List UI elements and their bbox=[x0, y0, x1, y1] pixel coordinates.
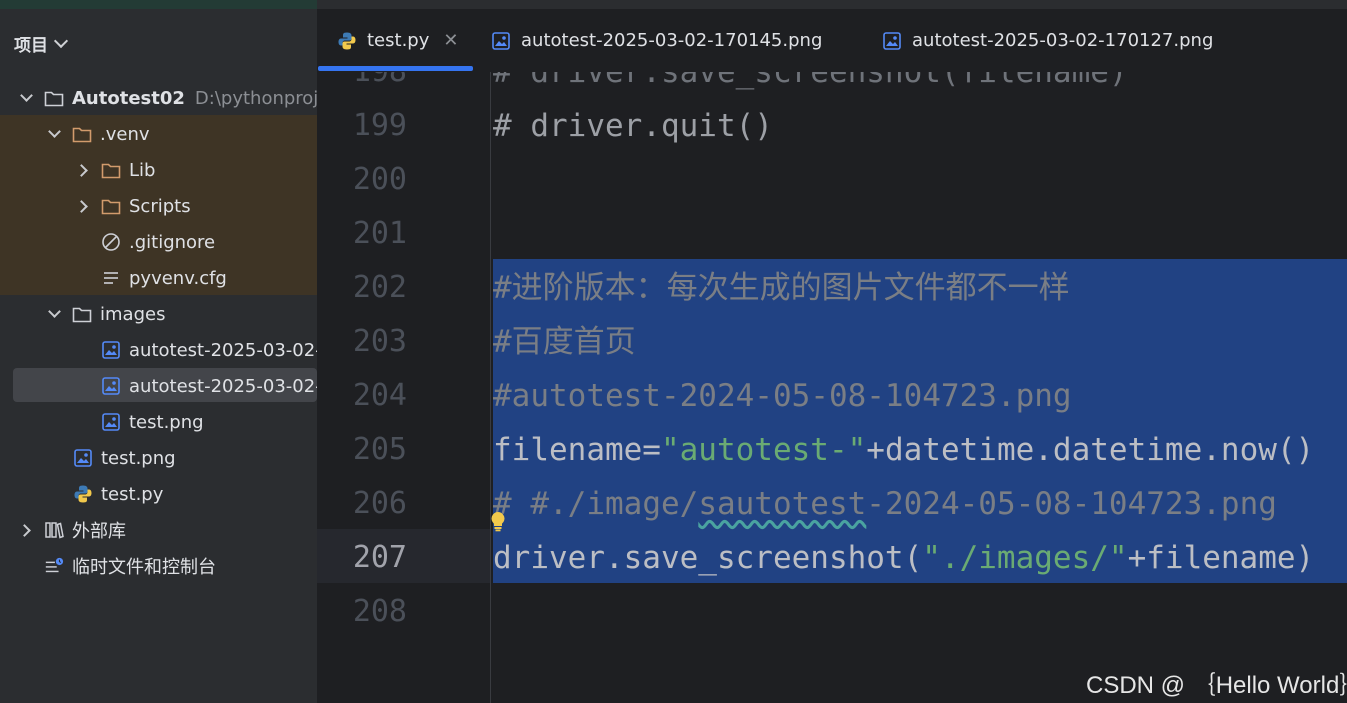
line-number: 198 bbox=[317, 72, 407, 99]
chevron-down-icon[interactable] bbox=[53, 33, 69, 48]
tree-item-image-2[interactable]: autotest-2025-03-02- bbox=[101, 368, 317, 404]
image-file-icon bbox=[491, 31, 511, 51]
code-line[interactable]: #百度首页 bbox=[493, 315, 636, 369]
project-path: D:\pythonproje bbox=[194, 87, 317, 109]
tree-item-venv[interactable]: .venv bbox=[44, 116, 150, 152]
line-number: 208 bbox=[352, 594, 407, 629]
tree-item-label: 外部库 bbox=[72, 521, 126, 542]
tree-item-external-libs[interactable]: 外部库 bbox=[16, 512, 126, 548]
tab-image-170145[interactable]: autotest-2025-03-02-170145.png bbox=[491, 9, 822, 72]
tree-item-label: .venv bbox=[100, 123, 150, 145]
title-bar bbox=[0, 0, 1347, 9]
tree-item-label: autotest-2025-03-02- bbox=[129, 339, 317, 361]
expand-arrow-icon[interactable] bbox=[44, 304, 64, 324]
code-token: +filename) bbox=[1127, 540, 1315, 576]
code-line[interactable]: filename="autotest-"+datetime.datetime.n… bbox=[493, 423, 1314, 477]
tab-test-py[interactable]: test.py ✕ bbox=[337, 9, 458, 72]
code-editor[interactable]: 198 199 200 201 202 203 204 205 206 207 … bbox=[317, 72, 1347, 703]
tree-item-scripts[interactable]: Scripts bbox=[73, 188, 191, 224]
project-panel-title: 项目 bbox=[14, 35, 48, 56]
folder-icon bbox=[72, 124, 92, 144]
scratches-icon bbox=[44, 556, 64, 576]
tab-label: test.py bbox=[367, 30, 430, 51]
project-panel-header[interactable]: 项目 bbox=[14, 31, 69, 56]
code-line[interactable]: # driver.save_screenshot(filename) bbox=[493, 72, 1128, 99]
folder-icon bbox=[101, 160, 121, 180]
code-token: filename= bbox=[493, 432, 661, 468]
image-file-icon bbox=[101, 412, 121, 432]
code-token: +datetime.datetime.now() bbox=[866, 432, 1315, 468]
watermark: CSDN @ ｛Hello World｝ bbox=[1086, 672, 1347, 699]
editor-tab-bar: test.py ✕ autotest-2025-03-02-170145.png… bbox=[317, 9, 1347, 73]
code-token: driver.save_screenshot( bbox=[493, 540, 923, 576]
tree-item-test-png[interactable]: test.png bbox=[73, 440, 176, 476]
code-line[interactable]: # driver.quit() bbox=[493, 99, 773, 153]
typo-highlight: sautotest bbox=[698, 486, 867, 522]
tree-item-label: Lib bbox=[129, 159, 156, 181]
tree-item-scratches[interactable]: 临时文件和控制台 bbox=[44, 548, 216, 584]
tree-item-label: test.png bbox=[101, 447, 176, 469]
tree-item-root[interactable]: Autotest02 D:\pythonproje bbox=[16, 80, 317, 116]
active-tab-indicator bbox=[318, 66, 473, 71]
line-number: 201 bbox=[352, 216, 407, 251]
gutter-separator bbox=[490, 72, 491, 703]
ignore-file-icon bbox=[101, 232, 121, 252]
tree-item-test-py[interactable]: test.py bbox=[73, 476, 163, 512]
image-file-icon bbox=[73, 448, 93, 468]
folder-icon bbox=[44, 88, 64, 108]
code-line[interactable]: # #./image/sautotest-2024-05-08-104723.p… bbox=[490, 477, 1277, 532]
close-icon[interactable]: ✕ bbox=[443, 30, 458, 51]
code-token: #./image/ bbox=[511, 486, 699, 522]
tree-item-label: pyvenv.cfg bbox=[129, 267, 227, 289]
tree-item-label: test.png bbox=[129, 411, 204, 433]
collapse-arrow-icon[interactable] bbox=[16, 520, 36, 540]
tree-item-images[interactable]: images bbox=[44, 296, 165, 332]
expand-arrow-icon[interactable] bbox=[16, 88, 36, 108]
folder-icon bbox=[72, 304, 92, 324]
tree-item-images-test-png[interactable]: test.png bbox=[101, 404, 204, 440]
tree-item-label: .gitignore bbox=[129, 231, 216, 253]
tree-item-pyvenv[interactable]: pyvenv.cfg bbox=[101, 260, 227, 296]
line-number: 204 bbox=[352, 378, 407, 413]
tree-item-label: images bbox=[100, 303, 166, 325]
string-literal: "./images/" bbox=[922, 540, 1128, 576]
image-file-icon bbox=[101, 376, 121, 396]
code-token: -2024-05-08-104723.png bbox=[866, 486, 1277, 522]
line-number: 199 bbox=[352, 108, 407, 143]
tree-item-gitignore[interactable]: .gitignore bbox=[101, 224, 215, 260]
tree-item-label: Scripts bbox=[129, 195, 191, 217]
line-number: 206 bbox=[352, 486, 407, 521]
line-number-current: 207 bbox=[352, 540, 407, 575]
expand-arrow-icon[interactable] bbox=[44, 124, 64, 144]
text-file-icon bbox=[101, 268, 121, 288]
code-line-current[interactable]: driver.save_screenshot("./images/"+filen… bbox=[493, 531, 1314, 585]
lightbulb-icon[interactable] bbox=[490, 495, 506, 532]
tree-item-lib[interactable]: Lib bbox=[73, 152, 155, 188]
tree-item-label: test.py bbox=[101, 483, 164, 505]
project-panel: 项目 Autotest02 D:\pythonproje .venv Lib S… bbox=[0, 9, 317, 703]
collapse-arrow-icon[interactable] bbox=[73, 196, 93, 216]
tab-label: autotest-2025-03-02-170127.png bbox=[912, 30, 1214, 51]
code-line[interactable]: #进阶版本：每次生成的图片文件都不一样 bbox=[493, 261, 1070, 315]
string-literal: "autotest-" bbox=[660, 432, 867, 468]
line-number: 202 bbox=[352, 270, 407, 305]
library-icon bbox=[44, 520, 64, 540]
line-number: 205 bbox=[352, 432, 407, 467]
collapse-arrow-icon[interactable] bbox=[73, 160, 93, 180]
image-file-icon bbox=[882, 31, 902, 51]
python-file-icon bbox=[73, 484, 93, 504]
python-file-icon bbox=[337, 31, 357, 51]
folder-icon bbox=[101, 196, 121, 216]
tab-label: autotest-2025-03-02-170145.png bbox=[521, 30, 823, 51]
tab-image-170127[interactable]: autotest-2025-03-02-170127.png bbox=[882, 9, 1213, 72]
tree-item-label: autotest-2025-03-02- bbox=[129, 375, 317, 397]
line-number: 203 bbox=[352, 324, 407, 359]
line-number: 200 bbox=[352, 162, 407, 197]
code-line[interactable]: #autotest-2024-05-08-104723.png bbox=[493, 369, 1072, 423]
tree-item-image-1[interactable]: autotest-2025-03-02- bbox=[101, 332, 317, 368]
image-file-icon bbox=[101, 340, 121, 360]
title-bar-accent bbox=[0, 0, 317, 9]
tree-item-label: 临时文件和控制台 bbox=[72, 557, 216, 578]
tree-item-label: Autotest02 bbox=[72, 87, 185, 109]
